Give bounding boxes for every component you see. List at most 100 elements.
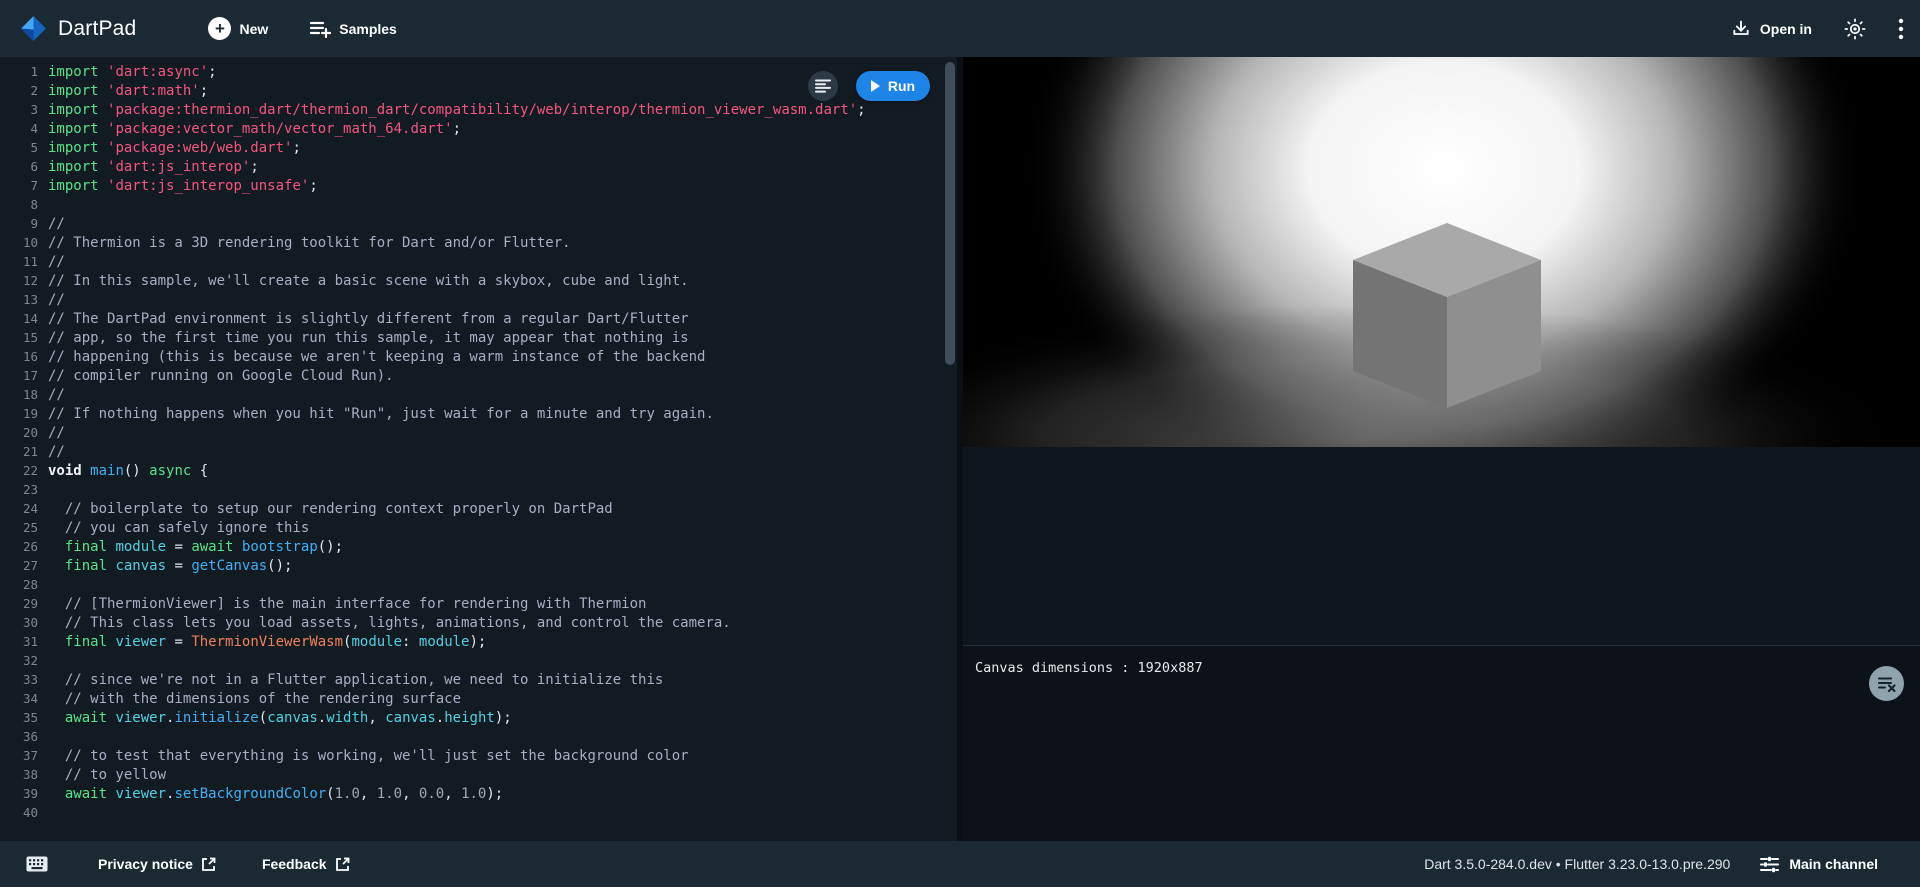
code-line[interactable]: 26 final module = await bootstrap(); bbox=[0, 537, 957, 556]
code-line[interactable]: 31 final viewer = ThermionViewerWasm(mod… bbox=[0, 632, 957, 651]
code-line[interactable]: 30 // This class lets you load assets, l… bbox=[0, 613, 957, 632]
code-line[interactable]: 25 // you can safely ignore this bbox=[0, 518, 957, 537]
open-in-button[interactable]: Open in bbox=[1731, 19, 1812, 39]
code-line[interactable]: 39 await viewer.setBackgroundColor(1.0, … bbox=[0, 784, 957, 803]
feedback-link[interactable]: Feedback bbox=[262, 856, 350, 872]
samples-button[interactable]: Samples bbox=[310, 20, 397, 38]
header-bar: DartPad + New Samples bbox=[0, 0, 1920, 57]
code-line[interactable]: 13// bbox=[0, 290, 957, 309]
line-number: 30 bbox=[0, 613, 38, 632]
line-number: 36 bbox=[0, 727, 38, 746]
channel-selector[interactable]: Main channel bbox=[1760, 856, 1878, 873]
code-line[interactable]: 38 // to yellow bbox=[0, 765, 957, 784]
privacy-notice-link[interactable]: Privacy notice bbox=[98, 856, 216, 872]
code-line[interactable]: 18// bbox=[0, 385, 957, 404]
cube-3d bbox=[1353, 223, 1541, 408]
code-line[interactable]: 4import 'package:vector_math/vector_math… bbox=[0, 119, 957, 138]
code-line[interactable]: 17// compiler running on Google Cloud Ru… bbox=[0, 366, 957, 385]
code-line[interactable]: 5import 'package:web/web.dart'; bbox=[0, 138, 957, 157]
kebab-menu-icon bbox=[1898, 18, 1904, 40]
line-number: 29 bbox=[0, 594, 38, 613]
dartpad-logo-icon bbox=[20, 15, 47, 42]
keyboard-shortcuts-button[interactable] bbox=[26, 856, 48, 872]
code-line[interactable]: 23 bbox=[0, 480, 957, 499]
line-number: 18 bbox=[0, 385, 38, 404]
line-number: 14 bbox=[0, 309, 38, 328]
code-line[interactable]: 15// app, so the first time you run this… bbox=[0, 328, 957, 347]
code-line[interactable]: 19// If nothing happens when you hit "Ru… bbox=[0, 404, 957, 423]
line-number: 7 bbox=[0, 176, 38, 195]
new-button-label: New bbox=[239, 21, 268, 37]
line-number: 17 bbox=[0, 366, 38, 385]
code-line[interactable]: 33 // since we're not in a Flutter appli… bbox=[0, 670, 957, 689]
line-number: 19 bbox=[0, 404, 38, 423]
overflow-menu-button[interactable] bbox=[1898, 18, 1904, 40]
brightness-icon bbox=[1844, 18, 1866, 40]
code-line[interactable]: 35 await viewer.initialize(canvas.width,… bbox=[0, 708, 957, 727]
format-button[interactable] bbox=[808, 71, 838, 101]
version-text: Dart 3.5.0-284.0.dev • Flutter 3.23.0-13… bbox=[1424, 856, 1730, 872]
run-button[interactable]: Run bbox=[856, 71, 930, 101]
footer-status: Dart 3.5.0-284.0.dev • Flutter 3.23.0-13… bbox=[1424, 856, 1878, 873]
code-line[interactable]: 37 // to test that everything is working… bbox=[0, 746, 957, 765]
tune-icon bbox=[1760, 856, 1779, 873]
line-number: 8 bbox=[0, 195, 38, 214]
line-number: 37 bbox=[0, 746, 38, 765]
code-line[interactable]: 27 final canvas = getCanvas(); bbox=[0, 556, 957, 575]
line-number: 26 bbox=[0, 537, 38, 556]
line-number: 34 bbox=[0, 689, 38, 708]
code-line[interactable]: 22void main() async { bbox=[0, 461, 957, 480]
code-line[interactable]: 36 bbox=[0, 727, 957, 746]
line-number: 11 bbox=[0, 252, 38, 271]
line-number: 27 bbox=[0, 556, 38, 575]
line-number: 12 bbox=[0, 271, 38, 290]
keyboard-icon bbox=[26, 856, 48, 872]
code-line[interactable]: 14// The DartPad environment is slightly… bbox=[0, 309, 957, 328]
format-align-icon bbox=[815, 79, 831, 93]
code-line[interactable]: 9// bbox=[0, 214, 957, 233]
line-number: 24 bbox=[0, 499, 38, 518]
header-actions: Open in bbox=[1731, 18, 1904, 40]
code-line[interactable]: 24 // boilerplate to setup our rendering… bbox=[0, 499, 957, 518]
code-line[interactable]: 8 bbox=[0, 195, 957, 214]
code-line[interactable]: 20// bbox=[0, 423, 957, 442]
line-number: 4 bbox=[0, 119, 38, 138]
code-line[interactable]: 29 // [ThermionViewer] is the main inter… bbox=[0, 594, 957, 613]
code-line[interactable]: 12// In this sample, we'll create a basi… bbox=[0, 271, 957, 290]
line-number: 9 bbox=[0, 214, 38, 233]
line-number: 5 bbox=[0, 138, 38, 157]
line-number: 13 bbox=[0, 290, 38, 309]
code-line[interactable]: 32 bbox=[0, 651, 957, 670]
render-canvas[interactable] bbox=[963, 57, 1920, 447]
code-line[interactable]: 40 bbox=[0, 803, 957, 822]
samples-button-label: Samples bbox=[339, 21, 397, 37]
code-line[interactable]: 6import 'dart:js_interop'; bbox=[0, 157, 957, 176]
main-split: 1import 'dart:async';2import 'dart:math'… bbox=[0, 57, 1920, 841]
code-line[interactable]: 34 // with the dimensions of the renderi… bbox=[0, 689, 957, 708]
app-title: DartPad bbox=[58, 17, 136, 41]
line-number: 25 bbox=[0, 518, 38, 537]
code-editor[interactable]: 1import 'dart:async';2import 'dart:math'… bbox=[0, 57, 957, 841]
code-line[interactable]: 3import 'package:thermion_dart/thermion_… bbox=[0, 100, 957, 119]
code-line[interactable]: 7import 'dart:js_interop_unsafe'; bbox=[0, 176, 957, 195]
code-line[interactable]: 28 bbox=[0, 575, 957, 594]
dartpad-app: DartPad + New Samples bbox=[0, 0, 1920, 887]
footer-bar: Privacy notice Feedback Dart 3.5.0-2 bbox=[0, 841, 1920, 887]
code-line[interactable]: 11// bbox=[0, 252, 957, 271]
line-number: 40 bbox=[0, 803, 38, 822]
console-output: Canvas dimensions : 1920x887 bbox=[963, 646, 1920, 676]
line-number: 38 bbox=[0, 765, 38, 784]
new-button[interactable]: + New bbox=[208, 17, 268, 40]
code-line[interactable]: 16// happening (this is because we aren'… bbox=[0, 347, 957, 366]
code-line[interactable]: 10// Thermion is a 3D rendering toolkit … bbox=[0, 233, 957, 252]
clear-console-button[interactable] bbox=[1869, 666, 1904, 701]
run-button-label: Run bbox=[888, 78, 915, 94]
theme-toggle-button[interactable] bbox=[1844, 18, 1866, 40]
line-number: 21 bbox=[0, 442, 38, 461]
code-line[interactable]: 21// bbox=[0, 442, 957, 461]
play-icon bbox=[871, 80, 880, 92]
line-number: 32 bbox=[0, 651, 38, 670]
line-number: 31 bbox=[0, 632, 38, 651]
editor-scrollbar[interactable] bbox=[945, 62, 955, 365]
code-lines: 1import 'dart:async';2import 'dart:math'… bbox=[0, 57, 957, 822]
